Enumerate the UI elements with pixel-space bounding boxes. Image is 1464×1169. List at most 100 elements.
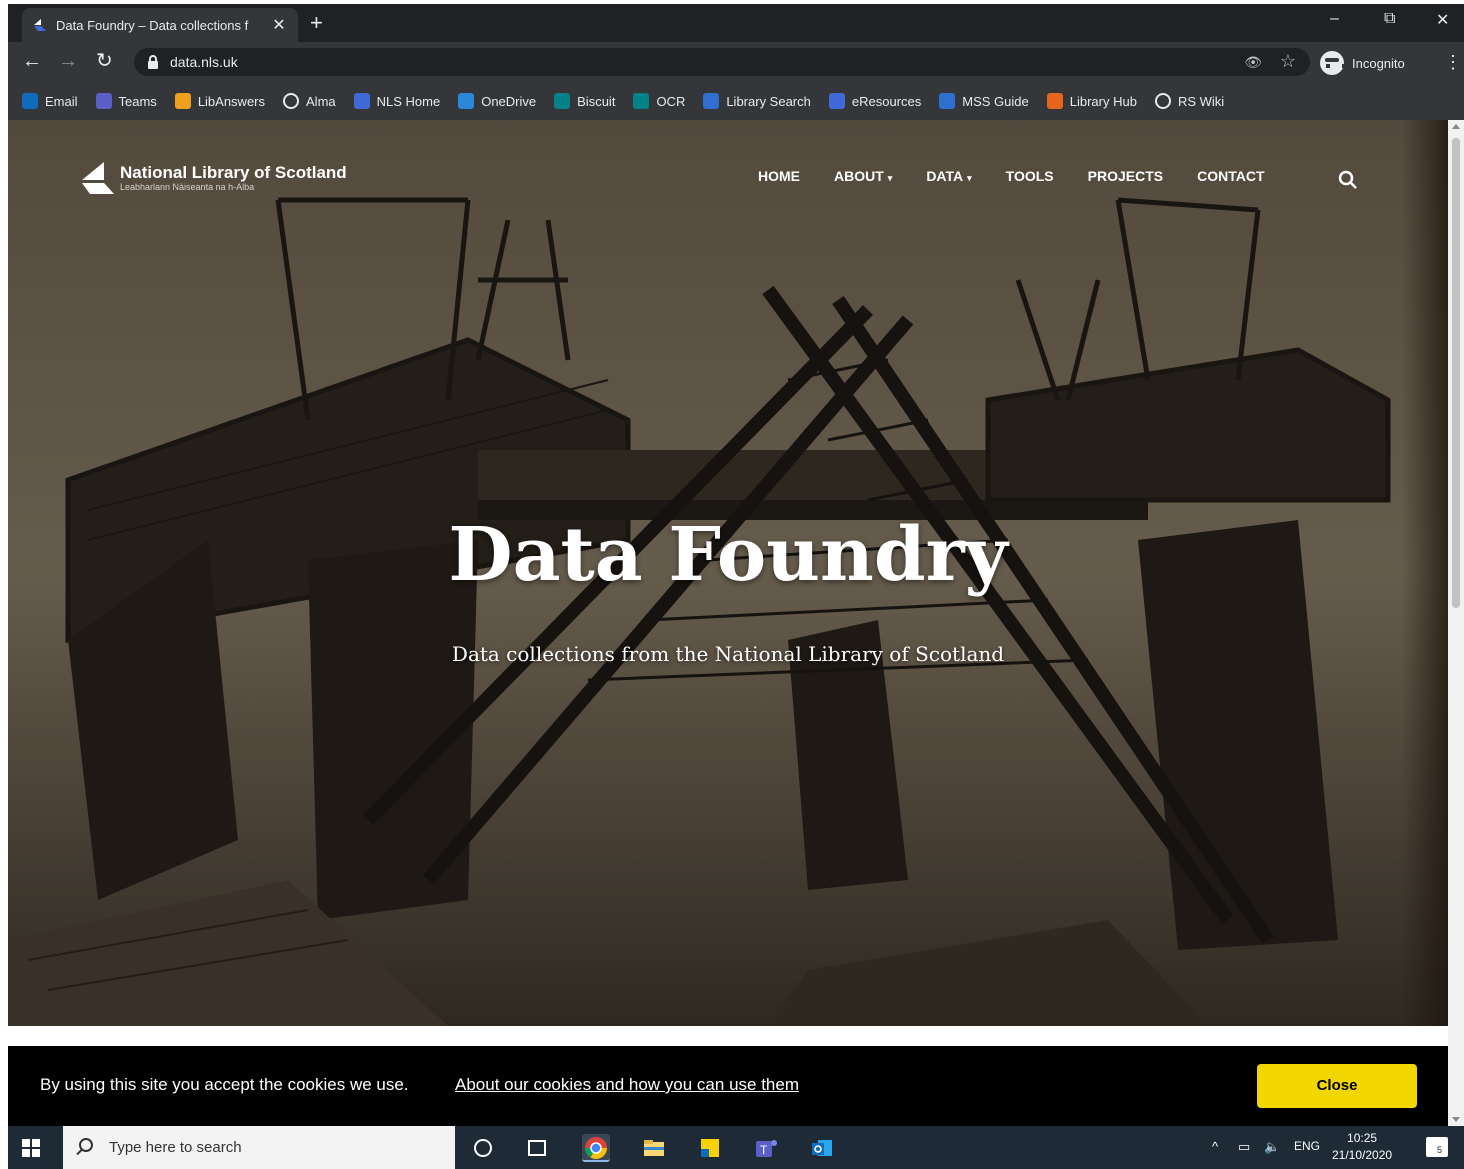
menu-kebab-icon[interactable]: ⋮ bbox=[1444, 52, 1462, 73]
language-indicator[interactable]: ENG bbox=[1294, 1139, 1320, 1153]
new-tab-button[interactable]: + bbox=[310, 12, 323, 34]
globe-icon bbox=[1154, 93, 1171, 109]
sticky-notes-icon[interactable] bbox=[696, 1134, 724, 1162]
bookmark-libanswers[interactable]: LibAnswers bbox=[174, 93, 266, 109]
chevron-down-icon: ▾ bbox=[967, 173, 972, 183]
bookmarks-bar: Email Teams LibAnswers Alma NLS Home OneDrive… bbox=[8, 82, 1464, 120]
nav-tools[interactable]: TOOLS bbox=[1006, 168, 1054, 184]
file-explorer-icon[interactable] bbox=[640, 1134, 668, 1162]
hero-subtitle: Data collections from the National Libra… bbox=[451, 642, 1005, 666]
nav-home[interactable]: HOME bbox=[758, 168, 800, 184]
network-icon[interactable]: ▭ bbox=[1238, 1139, 1250, 1155]
scroll-down-arrow-icon[interactable] bbox=[1452, 1117, 1460, 1122]
bookmark-email[interactable]: Email bbox=[22, 93, 78, 109]
tab-close-icon[interactable]: ✕ bbox=[270, 15, 288, 35]
nls-favicon-icon bbox=[34, 19, 46, 31]
nls-logo[interactable]: National Library of Scotland Leabharlann… bbox=[78, 158, 347, 198]
cookie-close-button[interactable]: Close bbox=[1257, 1064, 1417, 1108]
bookmark-alma[interactable]: Alma bbox=[283, 93, 336, 109]
bookmark-label: Teams bbox=[118, 93, 157, 109]
close-window-button[interactable]: ✕ bbox=[1436, 10, 1449, 30]
volume-icon[interactable]: 🔈 bbox=[1264, 1139, 1280, 1155]
page-scrollbar[interactable] bbox=[1448, 120, 1464, 1126]
bookmark-label: NLS Home bbox=[376, 93, 441, 109]
notifications-icon[interactable]: 5 bbox=[1426, 1137, 1448, 1157]
bookmark-label: Library Search bbox=[726, 93, 811, 109]
minimize-button[interactable]: – bbox=[1330, 10, 1339, 28]
nav-label: PROJECTS bbox=[1087, 168, 1164, 184]
cookie-banner: By using this site you accept the cookie… bbox=[8, 1046, 1448, 1126]
bookmark-nls-home[interactable]: NLS Home bbox=[353, 93, 441, 109]
back-arrow-icon[interactable]: ← bbox=[22, 51, 42, 71]
lock-icon bbox=[148, 55, 158, 69]
outlook-icon[interactable] bbox=[808, 1134, 836, 1162]
document-icon bbox=[703, 93, 720, 109]
search-icon bbox=[79, 1138, 93, 1152]
nav-label: TOOLS bbox=[1005, 168, 1054, 184]
nls-icon bbox=[828, 93, 845, 109]
forward-arrow-icon[interactable]: → bbox=[58, 51, 78, 71]
incognito-icon bbox=[1320, 51, 1346, 75]
reload-icon[interactable]: ↻ bbox=[96, 51, 113, 71]
hero-title: Data Foundry bbox=[448, 512, 1008, 598]
bookmark-eresources[interactable]: eResources bbox=[828, 93, 922, 109]
nav-data[interactable]: DATA ▾ bbox=[926, 168, 971, 184]
system-clock[interactable]: 10:25 21/10/2020 bbox=[1332, 1130, 1392, 1164]
bookmark-biscuit[interactable]: Biscuit bbox=[554, 93, 615, 109]
bookmark-star-icon[interactable]: ☆ bbox=[1280, 51, 1296, 72]
windows-taskbar: Type here to search T ^ ▭ 🔈 ENG 10:25 21… bbox=[8, 1126, 1464, 1169]
bookmark-label: OneDrive bbox=[481, 93, 537, 109]
bookmark-label: Library Hub bbox=[1069, 93, 1137, 109]
cookie-policy-link[interactable]: About our cookies and how you can use th… bbox=[455, 1075, 799, 1095]
restore-button[interactable]: ⧉ bbox=[1384, 10, 1395, 28]
bookmark-label: eResources bbox=[851, 93, 922, 109]
chrome-taskbar-icon[interactable] bbox=[582, 1134, 610, 1162]
cookie-message: By using this site you accept the cookie… bbox=[40, 1075, 409, 1094]
bookmark-label: LibAnswers bbox=[197, 93, 266, 109]
nav-projects[interactable]: PROJECTS bbox=[1088, 168, 1163, 184]
scroll-thumb[interactable] bbox=[1452, 138, 1460, 608]
nav-label: ABOUT bbox=[834, 168, 884, 184]
onedrive-icon bbox=[458, 93, 475, 109]
address-bar[interactable]: data.nls.uk 👁 ☆ bbox=[134, 48, 1310, 76]
incognito-indicator[interactable]: Incognito bbox=[1320, 50, 1405, 76]
nav-label: DATA bbox=[926, 168, 964, 184]
teams-icon[interactable]: T bbox=[752, 1134, 780, 1162]
bookmark-label: Biscuit bbox=[577, 93, 616, 109]
search-icon[interactable] bbox=[1338, 170, 1358, 190]
bookmark-onedrive[interactable]: OneDrive bbox=[458, 93, 536, 109]
nav-contact[interactable]: CONTACT bbox=[1197, 168, 1264, 184]
clock-time: 10:25 bbox=[1347, 1131, 1378, 1145]
bookmark-label: OCR bbox=[656, 93, 686, 109]
browser-toolbar: ← → ↻ data.nls.uk 👁 ☆ Incognito ⋮ bbox=[8, 42, 1464, 82]
globe-icon bbox=[283, 93, 300, 109]
bookmark-mss-guide[interactable]: MSS Guide bbox=[939, 93, 1029, 109]
teams-icon bbox=[95, 93, 112, 109]
tray-chevron-up-icon[interactable]: ^ bbox=[1212, 1139, 1218, 1154]
bookmark-teams[interactable]: Teams bbox=[95, 93, 157, 109]
bookmark-label: Alma bbox=[306, 93, 336, 109]
scroll-up-arrow-icon[interactable] bbox=[1452, 124, 1460, 129]
jisc-icon bbox=[1046, 93, 1063, 109]
nav-about[interactable]: ABOUT ▾ bbox=[834, 168, 892, 184]
incognito-label: Incognito bbox=[1352, 55, 1405, 71]
tracking-blocked-eye-icon[interactable]: 👁 bbox=[1244, 54, 1262, 71]
libanswers-icon bbox=[174, 93, 191, 109]
bookmark-label: RS Wiki bbox=[1177, 93, 1225, 109]
cortana-icon[interactable] bbox=[474, 1139, 492, 1157]
bookmark-library-hub[interactable]: Library Hub bbox=[1046, 93, 1137, 109]
sharepoint-icon bbox=[554, 93, 571, 109]
logo-subtitle: Leabharlann Nàiseanta na h-Alba bbox=[120, 181, 255, 192]
nls-icon bbox=[353, 93, 370, 109]
taskbar-search-box[interactable]: Type here to search bbox=[63, 1126, 455, 1169]
outlook-icon bbox=[22, 93, 38, 109]
hero-banner: National Library of Scotland Leabharlann… bbox=[8, 120, 1448, 1026]
bookmark-library-search[interactable]: Library Search bbox=[703, 93, 811, 109]
clock-date: 21/10/2020 bbox=[1332, 1148, 1393, 1162]
bookmark-rs-wiki[interactable]: RS Wiki bbox=[1154, 93, 1225, 109]
bookmark-ocr[interactable]: OCR bbox=[633, 93, 685, 109]
task-view-icon[interactable] bbox=[528, 1140, 546, 1156]
logo-name: National Library of Scotland bbox=[120, 162, 347, 182]
browser-tab[interactable]: Data Foundry – Data collections f ✕ bbox=[22, 8, 298, 42]
windows-start-icon[interactable] bbox=[22, 1139, 40, 1157]
